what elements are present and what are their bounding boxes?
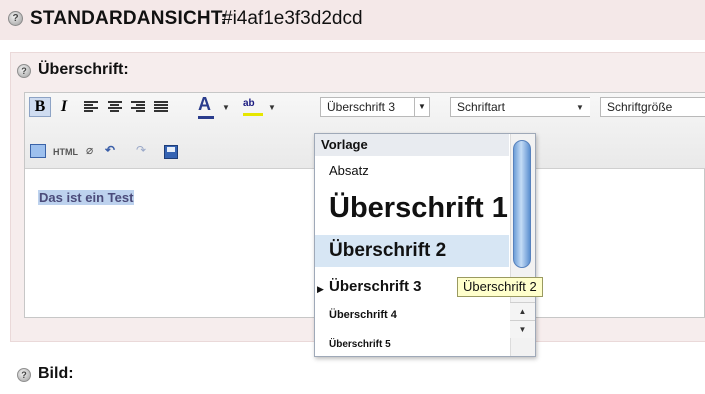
align-justify-icon[interactable] <box>154 101 168 113</box>
dropdown-header: Vorlage <box>315 134 509 156</box>
dropdown-item-h1[interactable]: Überschrift 1 <box>315 184 509 232</box>
undo-icon[interactable]: ↶ <box>105 143 115 161</box>
size-select[interactable]: Schriftgröße <box>600 97 705 117</box>
html-button[interactable]: HTML <box>53 147 78 165</box>
help-circle-icon[interactable]: ? <box>8 11 23 26</box>
scrollbar-thumb[interactable] <box>513 140 531 268</box>
page-id: #i4af1e3f3d2dcd <box>222 8 363 29</box>
editor-content[interactable]: Das ist ein Test <box>38 190 135 205</box>
dropdown-item-h4[interactable]: Überschrift 4 <box>315 304 509 326</box>
scroll-up-icon[interactable]: ▲ <box>510 302 535 320</box>
dropdown-item-h2[interactable]: Überschrift 2 <box>315 235 509 267</box>
dropdown-item-absatz[interactable]: Absatz <box>315 160 509 182</box>
bold-button[interactable]: B <box>29 97 51 117</box>
redo-icon[interactable]: ↷ <box>136 143 146 161</box>
page-title: STANDARDANSICHT: <box>30 8 228 29</box>
page-header: ? STANDARDANSICHT: #i4af1e3f3d2dcd <box>0 0 705 40</box>
section-label-bild: Bild: <box>38 365 74 382</box>
dropdown-item-h5[interactable]: Überschrift 5 <box>315 334 509 356</box>
italic-button[interactable]: I <box>55 97 73 117</box>
scroll-down-icon[interactable]: ▼ <box>510 320 535 338</box>
save-icon[interactable] <box>164 145 178 159</box>
align-center-icon[interactable] <box>108 101 122 113</box>
chevron-down-icon[interactable]: ▼ <box>268 103 276 112</box>
tooltip: Überschrift 2 <box>457 277 543 297</box>
highlight-color-button[interactable]: ab <box>243 98 263 116</box>
help-circle-icon[interactable]: ? <box>17 368 31 382</box>
section-label: Überschrift: <box>38 61 129 78</box>
align-left-icon[interactable] <box>84 101 98 113</box>
text-color-button[interactable]: A <box>198 94 214 119</box>
help-circle-icon[interactable]: ? <box>17 64 31 78</box>
eraser-icon[interactable]: ⌀ <box>86 143 93 161</box>
chevron-down-icon[interactable]: ▼ <box>222 103 230 112</box>
chevron-down-icon[interactable]: ▼ <box>576 103 584 112</box>
format-select[interactable]: Überschrift 3 ▼ <box>320 97 430 117</box>
font-select[interactable]: Schriftart <box>450 97 590 117</box>
table-icon[interactable] <box>30 144 46 158</box>
align-right-icon[interactable] <box>131 101 145 113</box>
